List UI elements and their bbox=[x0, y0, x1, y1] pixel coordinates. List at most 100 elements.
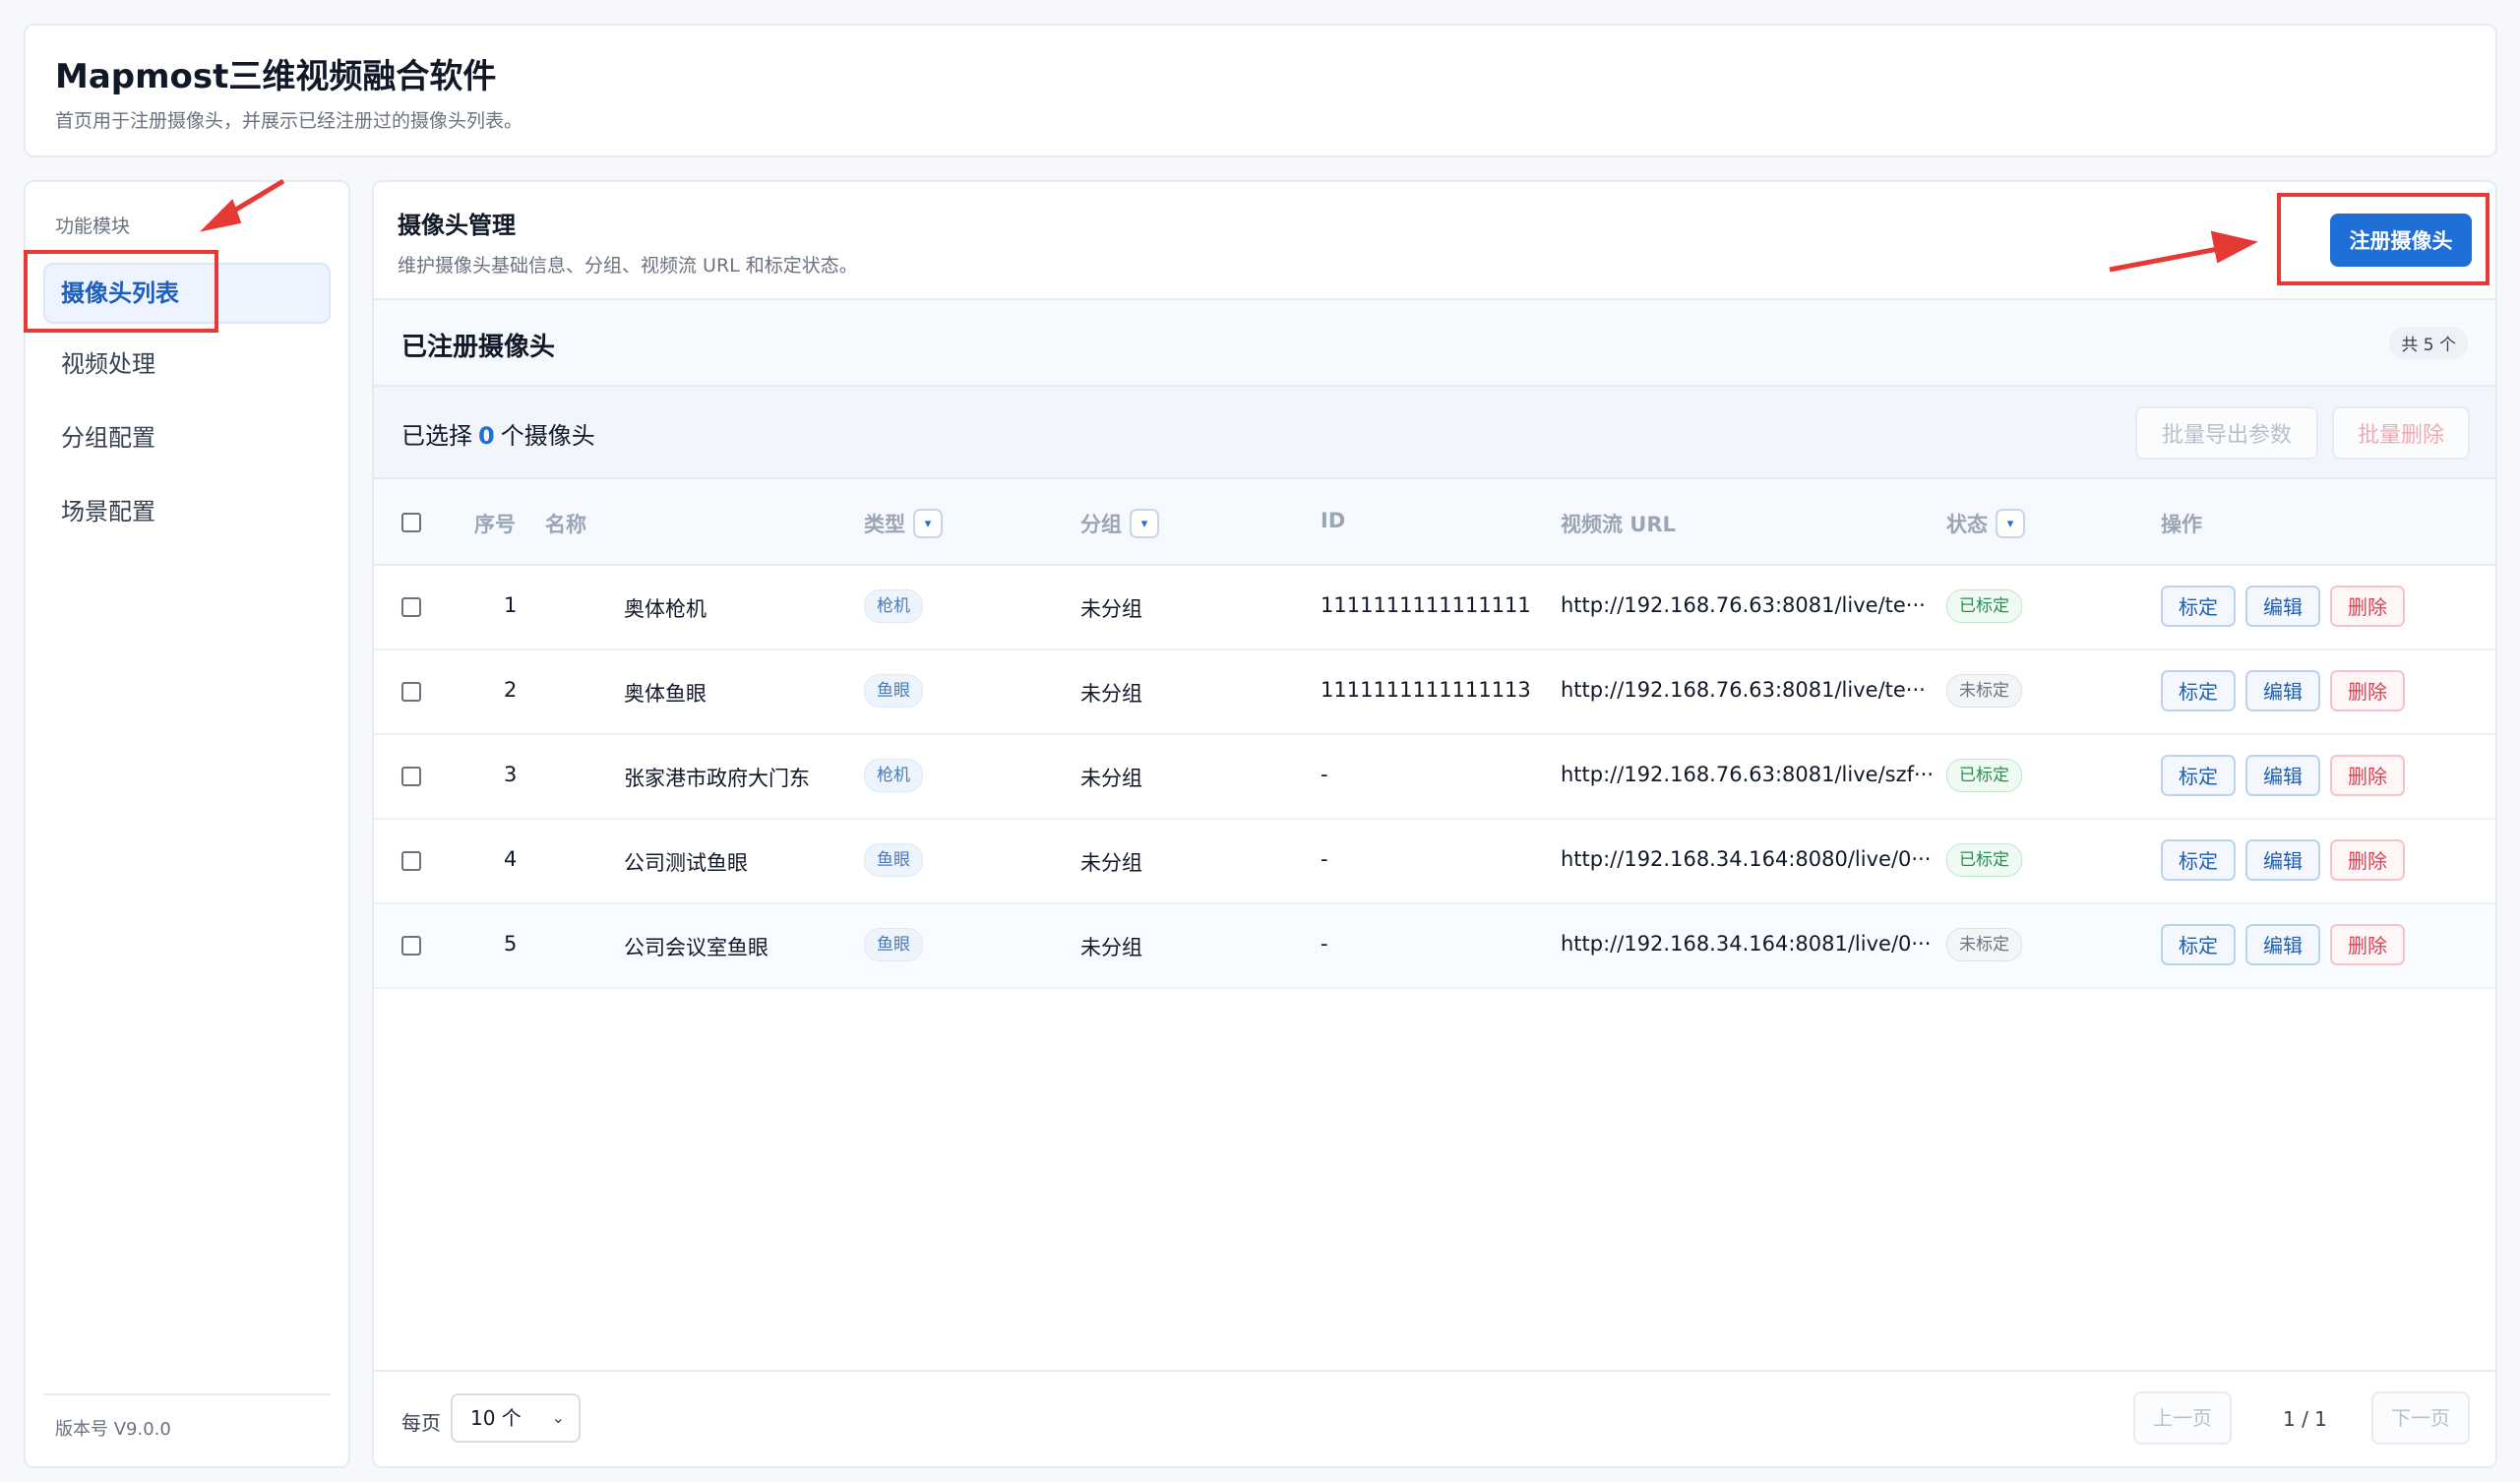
sidebar-item-group-config[interactable]: 分组配置 bbox=[43, 407, 331, 468]
table-row: 3 张家港市政府大门东 枪机 未分组 - http://192.168.76.6… bbox=[374, 735, 2495, 820]
pagination-bar: 每页 10 个 ⌄ 上一页 1 / 1 下一页 bbox=[374, 1370, 2495, 1466]
bulk-export-button[interactable]: 批量导出参数 bbox=[2135, 406, 2318, 460]
calibrate-button[interactable]: 标定 bbox=[2161, 755, 2236, 796]
row-url: http://192.168.76.63:8081/live/szf··· bbox=[1561, 763, 1935, 786]
status-filter-icon[interactable]: ▾ bbox=[1996, 509, 2025, 538]
type-tag: 枪机 bbox=[864, 759, 923, 792]
row-id: - bbox=[1321, 847, 1328, 871]
per-page-label: 每页 bbox=[401, 1411, 441, 1435]
column-type: 类型 ▾ bbox=[864, 509, 943, 538]
delete-button[interactable]: 删除 bbox=[2330, 670, 2405, 711]
sidebar-item-scene-config[interactable]: 场景配置 bbox=[43, 481, 331, 542]
section-header: 摄像头管理 维护摄像头基础信息、分组、视频流 URL 和标定状态。 注册摄像头 bbox=[374, 182, 2495, 300]
type-tag: 鱼眼 bbox=[864, 928, 923, 961]
sidebar-item-video-processing[interactable]: 视频处理 bbox=[43, 334, 331, 395]
app-title: Mapmost三维视频融合软件 bbox=[55, 57, 497, 96]
edit-button[interactable]: 编辑 bbox=[2245, 755, 2320, 796]
row-checkbox[interactable] bbox=[401, 767, 421, 786]
row-name: 公司会议室鱼眼 bbox=[624, 936, 768, 959]
register-camera-button[interactable]: 注册摄像头 bbox=[2330, 214, 2472, 267]
column-status: 状态 ▾ bbox=[1946, 509, 2025, 538]
row-checkbox[interactable] bbox=[401, 597, 421, 617]
sidebar: 功能模块 摄像头列表 视频处理 分组配置 场景配置 版本号 V9.0.0 bbox=[24, 180, 350, 1468]
type-tag: 枪机 bbox=[864, 589, 923, 623]
column-actions: 操作 bbox=[2161, 513, 2202, 536]
table-row: 4 公司测试鱼眼 鱼眼 未分组 - http://192.168.34.164:… bbox=[374, 820, 2495, 904]
row-id: - bbox=[1321, 932, 1328, 956]
calibrate-button[interactable]: 标定 bbox=[2161, 924, 2236, 965]
sidebar-section-title: 功能模块 bbox=[55, 216, 131, 237]
type-tag: 鱼眼 bbox=[864, 674, 923, 708]
delete-button[interactable]: 删除 bbox=[2330, 839, 2405, 881]
row-group: 未分组 bbox=[1080, 767, 1142, 790]
row-id: 1111111111111113 bbox=[1321, 678, 1531, 702]
edit-button[interactable]: 编辑 bbox=[2245, 670, 2320, 711]
calibrate-button[interactable]: 标定 bbox=[2161, 670, 2236, 711]
row-name: 奥体枪机 bbox=[624, 597, 707, 621]
row-name: 公司测试鱼眼 bbox=[624, 851, 748, 875]
per-page-value: 10 个 bbox=[470, 1406, 522, 1430]
row-index: 2 bbox=[504, 678, 518, 702]
row-index: 5 bbox=[504, 932, 518, 956]
column-status-label: 状态 bbox=[1946, 513, 1988, 536]
camera-table: 序号 名称 类型 ▾ 分组 ▾ ID 视频流 URL 状态 ▾ 操作 1 奥体枪机 枪… bbox=[374, 479, 2495, 989]
next-page-button[interactable]: 下一页 bbox=[2371, 1391, 2470, 1445]
row-url: http://192.168.76.63:8081/live/te··· bbox=[1561, 678, 1926, 702]
row-group: 未分组 bbox=[1080, 597, 1142, 621]
row-group: 未分组 bbox=[1080, 682, 1142, 706]
chevron-down-icon: ⌄ bbox=[551, 1408, 565, 1427]
main-panel: 摄像头管理 维护摄像头基础信息、分组、视频流 URL 和标定状态。 注册摄像头 … bbox=[372, 180, 2497, 1468]
column-group: 分组 ▾ bbox=[1080, 509, 1159, 538]
table-row: 5 公司会议室鱼眼 鱼眼 未分组 - http://192.168.34.164… bbox=[374, 904, 2495, 989]
row-url: http://192.168.34.164:8081/live/0··· bbox=[1561, 932, 1932, 956]
column-name: 名称 bbox=[545, 513, 586, 536]
per-page-select[interactable]: 10 个 ⌄ bbox=[451, 1393, 581, 1443]
column-url: 视频流 URL bbox=[1561, 513, 1676, 536]
registered-title: 已注册摄像头 bbox=[401, 333, 556, 362]
group-filter-icon[interactable]: ▾ bbox=[1130, 509, 1159, 538]
column-index: 序号 bbox=[474, 513, 516, 536]
app-header: Mapmost三维视频融合软件 首页用于注册摄像头，并展示已经注册过的摄像头列表… bbox=[24, 24, 2497, 157]
calibrate-button[interactable]: 标定 bbox=[2161, 839, 2236, 881]
registered-header: 已注册摄像头 共 5 个 bbox=[374, 300, 2495, 387]
delete-button[interactable]: 删除 bbox=[2330, 586, 2405, 627]
section-description: 维护摄像头基础信息、分组、视频流 URL 和标定状态。 bbox=[398, 255, 858, 277]
column-group-label: 分组 bbox=[1080, 513, 1122, 536]
status-badge: 已标定 bbox=[1946, 843, 2022, 877]
column-type-label: 类型 bbox=[864, 513, 905, 536]
type-filter-icon[interactable]: ▾ bbox=[913, 509, 943, 538]
delete-button[interactable]: 删除 bbox=[2330, 924, 2405, 965]
row-id: 1111111111111111 bbox=[1321, 593, 1531, 617]
row-index: 3 bbox=[504, 763, 518, 786]
row-checkbox[interactable] bbox=[401, 851, 421, 871]
edit-button[interactable]: 编辑 bbox=[2245, 839, 2320, 881]
row-id: - bbox=[1321, 763, 1328, 786]
prev-page-button[interactable]: 上一页 bbox=[2133, 1391, 2232, 1445]
table-row: 2 奥体鱼眼 鱼眼 未分组 1111111111111113 http://19… bbox=[374, 650, 2495, 735]
delete-button[interactable]: 删除 bbox=[2330, 755, 2405, 796]
app-subtitle: 首页用于注册摄像头，并展示已经注册过的摄像头列表。 bbox=[55, 110, 523, 132]
row-url: http://192.168.34.164:8080/live/0··· bbox=[1561, 847, 1932, 871]
calibrate-button[interactable]: 标定 bbox=[2161, 586, 2236, 627]
type-tag: 鱼眼 bbox=[864, 843, 923, 877]
table-row: 1 奥体枪机 枪机 未分组 1111111111111111 http://19… bbox=[374, 566, 2495, 650]
table-header: 序号 名称 类型 ▾ 分组 ▾ ID 视频流 URL 状态 ▾ 操作 bbox=[374, 479, 2495, 566]
selection-suffix: 个摄像头 bbox=[500, 422, 595, 450]
row-group: 未分组 bbox=[1080, 936, 1142, 959]
status-badge: 未标定 bbox=[1946, 928, 2022, 961]
status-badge: 已标定 bbox=[1946, 589, 2022, 623]
select-all-checkbox[interactable] bbox=[401, 513, 421, 532]
edit-button[interactable]: 编辑 bbox=[2245, 924, 2320, 965]
edit-button[interactable]: 编辑 bbox=[2245, 586, 2320, 627]
sidebar-item-camera-list[interactable]: 摄像头列表 bbox=[43, 263, 331, 324]
row-checkbox[interactable] bbox=[401, 682, 421, 702]
selection-prefix: 已选择 bbox=[401, 422, 472, 450]
column-id: ID bbox=[1321, 509, 1346, 532]
bulk-delete-button[interactable]: 批量删除 bbox=[2332, 406, 2470, 460]
selection-bar: 已选择 0 个摄像头 批量导出参数 批量删除 bbox=[374, 387, 2495, 479]
status-badge: 已标定 bbox=[1946, 759, 2022, 792]
selection-text: 已选择 0 个摄像头 bbox=[401, 416, 595, 451]
row-checkbox[interactable] bbox=[401, 936, 421, 956]
count-badge: 共 5 个 bbox=[2389, 327, 2468, 359]
row-name: 奥体鱼眼 bbox=[624, 682, 707, 706]
